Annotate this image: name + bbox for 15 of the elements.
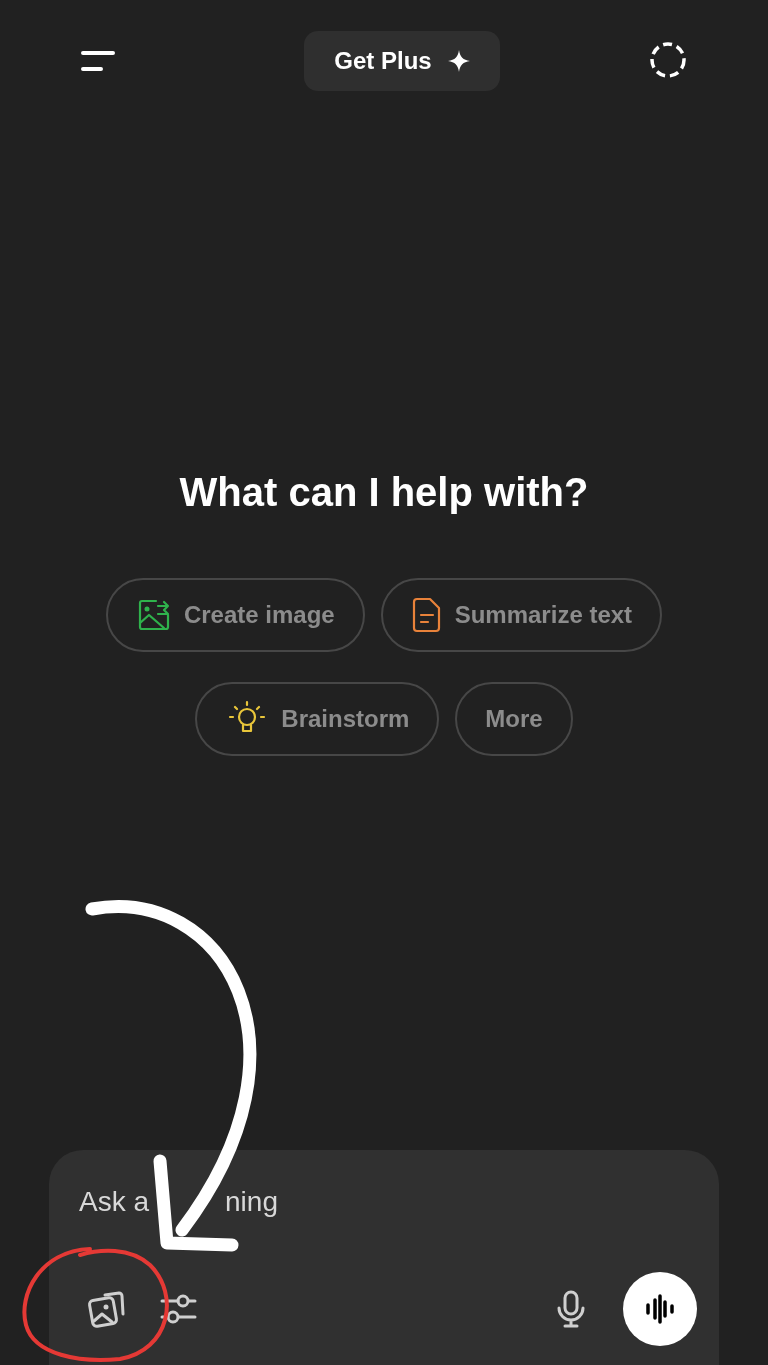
sparkle-icon bbox=[447, 50, 470, 72]
message-field[interactable]: Ask a ning bbox=[79, 1180, 689, 1224]
heading: What can I help with? bbox=[178, 469, 590, 516]
suggestion-chip[interactable]: Create image bbox=[105, 578, 365, 652]
menu-icon[interactable] bbox=[80, 50, 116, 72]
waveform-icon bbox=[644, 1293, 676, 1325]
suggestion-chip[interactable]: Summarize text bbox=[380, 578, 663, 652]
placeholder-text: Ask a bbox=[79, 1185, 150, 1219]
document-icon bbox=[410, 597, 443, 633]
suggestion-chip[interactable]: Brainstorm bbox=[195, 682, 440, 756]
suggestion-chip[interactable]: More bbox=[455, 682, 573, 756]
placeholder-text: ning bbox=[225, 1185, 278, 1219]
microphone-icon[interactable] bbox=[555, 1289, 587, 1329]
new-chat-icon[interactable] bbox=[648, 41, 688, 81]
get-plus-button[interactable]: Get Plus bbox=[304, 31, 500, 91]
